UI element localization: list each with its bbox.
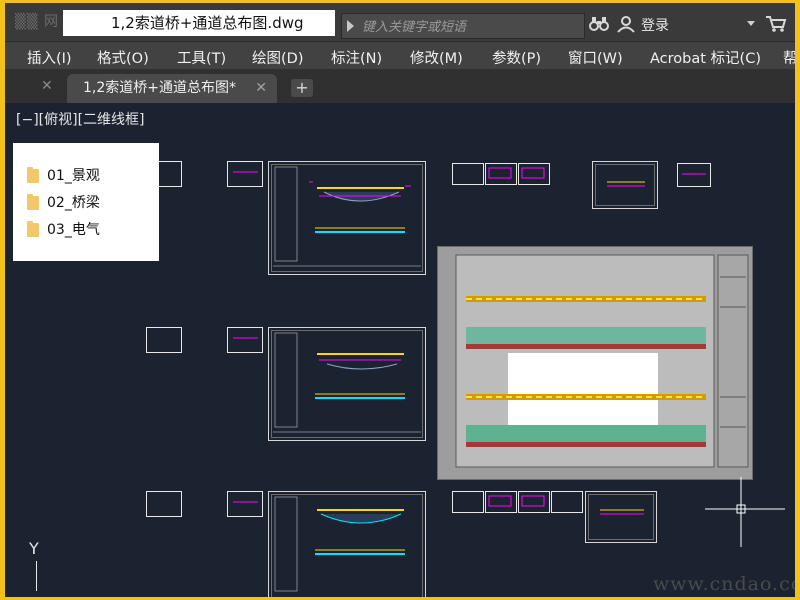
folder-item[interactable]: 01_景观 <box>47 166 100 186</box>
drawing-thumbnail <box>146 327 182 353</box>
drawing-thumbnail <box>227 161 263 187</box>
add-tab-button[interactable]: + <box>291 79 313 97</box>
folder-item[interactable]: 03_电气 <box>47 220 100 240</box>
file-tab-bar: ✕ 1,2索道桥+通道总布图* ✕ + <box>5 69 795 103</box>
viewport-controls[interactable]: [−][俯视][二维线框] <box>16 109 145 129</box>
drawing-sheet <box>592 161 658 209</box>
menu-format[interactable]: 格式(O) <box>97 47 149 68</box>
ucs-icon: Y <box>27 539 57 591</box>
folder-icon <box>27 221 39 237</box>
drawing-thumbnail <box>227 327 263 353</box>
document-title: 1,2索道桥+通道总布图.dwg <box>63 10 335 36</box>
drawing-sheet <box>585 491 657 543</box>
drawing-thumbnail <box>485 163 517 185</box>
drawing-thumbnail <box>452 163 484 185</box>
menu-help[interactable]: 帮 <box>783 47 795 68</box>
drawing-thumbnail <box>146 491 182 517</box>
menu-draw[interactable]: 绘图(D) <box>252 47 303 68</box>
drawing-sheet <box>268 491 426 597</box>
menu-dimension[interactable]: 标注(N) <box>331 47 382 68</box>
folder-icon <box>27 167 39 183</box>
drawing-thumbnail <box>677 163 711 187</box>
drawing-thumbnail <box>485 491 517 513</box>
cart-icon[interactable] <box>765 15 787 37</box>
menu-bar: 插入(I) 格式(O) 工具(T) 绘图(D) 标注(N) 修改(M) 参数(P… <box>5 41 795 70</box>
drawing-thumbnail <box>452 491 484 513</box>
drawing-thumbnail <box>518 491 550 513</box>
title-bar: ▒▒ 网 1,2索道桥+通道总布图.dwg 登录 <box>5 3 795 41</box>
close-icon[interactable]: ✕ <box>41 78 53 94</box>
search-box[interactable] <box>341 13 585 39</box>
drawing-preview-image <box>437 246 753 480</box>
drawing-sheet <box>268 327 426 441</box>
drawing-thumbnail <box>518 163 550 185</box>
drawing-canvas[interactable]: [−][俯视][二维线框] 01_景观 02_桥梁 03_电气 Y www.cn… <box>5 103 795 597</box>
menu-acrobat-markup[interactable]: Acrobat 标记(C) <box>650 47 761 68</box>
folder-item[interactable]: 02_桥梁 <box>47 193 100 213</box>
ucs-y-label: Y <box>29 539 39 558</box>
drawing-thumbnail <box>551 491 583 513</box>
drawing-thumbnail <box>227 491 263 517</box>
app-window: ▒▒ 网 1,2索道桥+通道总布图.dwg 登录 插入(I) 格式(O) 工具(… <box>5 3 795 597</box>
watermark: www.cndao.com <box>653 573 795 595</box>
search-expand-icon[interactable] <box>347 20 354 32</box>
search-input[interactable] <box>360 16 584 38</box>
folder-icon <box>27 194 39 210</box>
tab-drawing[interactable]: 1,2索道桥+通道总布图* ✕ <box>67 74 277 103</box>
menu-parametric[interactable]: 参数(P) <box>492 47 541 68</box>
user-icon[interactable] <box>617 15 635 37</box>
menu-modify[interactable]: 修改(M) <box>410 47 463 68</box>
drawing-sheet <box>268 161 426 275</box>
binoculars-icon[interactable] <box>589 15 609 37</box>
crosshair-cursor-icon <box>705 477 785 547</box>
folder-list: 01_景观 02_桥梁 03_电气 <box>13 143 159 261</box>
close-icon[interactable]: ✕ <box>255 74 267 103</box>
menu-insert[interactable]: 插入(I) <box>27 47 72 68</box>
tab-drawing-label: 1,2索道桥+通道总布图* <box>83 80 236 96</box>
menu-window[interactable]: 窗口(W) <box>568 47 623 68</box>
chevron-down-icon[interactable] <box>747 21 755 26</box>
menu-tools[interactable]: 工具(T) <box>177 47 226 68</box>
login-link[interactable]: 登录 <box>641 15 669 35</box>
